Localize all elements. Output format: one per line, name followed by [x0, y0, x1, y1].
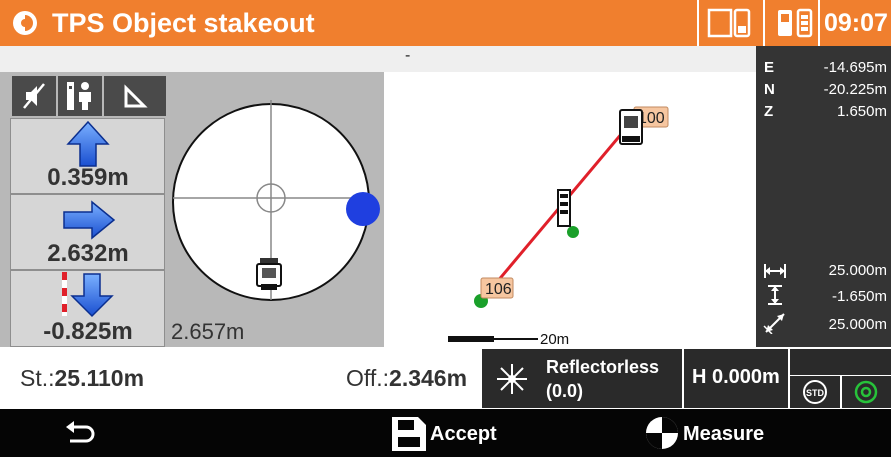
instrument-station-icon: [619, 109, 643, 145]
prism-position-marker: [346, 192, 380, 226]
offset-label: Off.:: [346, 365, 390, 391]
triangle-icon: [124, 84, 148, 108]
map-view[interactable]: 106 100 20m: [384, 72, 756, 347]
offset-value: 2.346m: [389, 365, 468, 391]
target-view: [172, 100, 380, 301]
sound-mute-icon: [23, 83, 45, 109]
up-arrow-icon: [66, 120, 110, 167]
geometry-button[interactable]: [104, 76, 166, 116]
slope-distance-value: 25.000m: [828, 316, 887, 333]
distance-value: 2.657m: [171, 319, 245, 344]
coord-label-e: E: [764, 59, 775, 76]
status-strip: [0, 46, 756, 72]
vertical-distance-icon: [768, 285, 782, 305]
controller-battery-icon[interactable]: [705, 6, 753, 40]
point-label-106: 106: [485, 281, 512, 298]
target-type-button[interactable]: [842, 376, 891, 408]
instrument-battery-icon[interactable]: [772, 6, 816, 40]
sound-toggle-button[interactable]: [12, 76, 56, 116]
std-mode-button[interactable]: STD: [790, 376, 840, 408]
right-arrow-icon: [63, 200, 116, 240]
station-label: St.:: [20, 365, 55, 391]
coord-value-n: -20.225m: [823, 81, 887, 98]
prism-pole-icon: [557, 189, 571, 227]
clock: 09:07: [824, 9, 888, 37]
header-divider: [818, 0, 820, 46]
target-height-label: H 0.000m: [692, 366, 780, 388]
point-marker[interactable]: [567, 226, 579, 238]
coord-value-e: -14.695m: [823, 59, 887, 76]
measure-label: Measure: [683, 423, 765, 445]
save-icon: [392, 417, 426, 451]
edm-mode-label: Reflectorless: [546, 357, 660, 377]
back-arrow-icon: [66, 421, 95, 443]
forward-offset-value: 0.359m: [47, 164, 129, 191]
horizontal-distance-value: 25.000m: [828, 262, 887, 279]
edm-mode-value: (0.0): [546, 381, 584, 401]
vertical-distance-value: -1.650m: [831, 288, 887, 305]
std-icon: STD: [803, 380, 827, 404]
offset-field: Off.:2.346m: [346, 365, 467, 392]
target-circle-icon: [854, 380, 878, 404]
scale-bar-fill: [448, 336, 494, 342]
surveyor-icon: [67, 82, 91, 110]
station-value: 25.110m: [54, 365, 145, 391]
station-field: St.:25.110m: [20, 365, 144, 392]
measure-icon: [646, 417, 678, 449]
surveyor-view-button[interactable]: [58, 76, 102, 116]
app-logo-icon[interactable]: [12, 10, 38, 36]
coord-label-n: N: [764, 81, 775, 98]
page-title: TPS Object stakeout: [52, 8, 315, 38]
header-divider: [763, 0, 765, 46]
slope-distance-icon: [763, 313, 785, 334]
lateral-offset-value: 2.632m: [47, 240, 129, 267]
std-label: STD: [806, 388, 825, 398]
laser-icon: [497, 364, 527, 394]
horizontal-distance-icon: [764, 264, 786, 278]
total-station-icon: [256, 258, 282, 290]
status-text: -: [405, 47, 411, 64]
scale-label: 20m: [540, 331, 569, 347]
options-strip: [790, 349, 891, 375]
coord-label-z: Z: [764, 103, 774, 120]
height-offset-value: -0.825m: [43, 318, 133, 345]
coord-value-z: 1.650m: [836, 103, 887, 120]
accept-label: Accept: [430, 423, 497, 445]
header-divider: [697, 0, 699, 46]
down-arrow-icon: [62, 272, 114, 318]
stakeout-line: [479, 125, 630, 302]
back-button[interactable]: [40, 411, 120, 455]
